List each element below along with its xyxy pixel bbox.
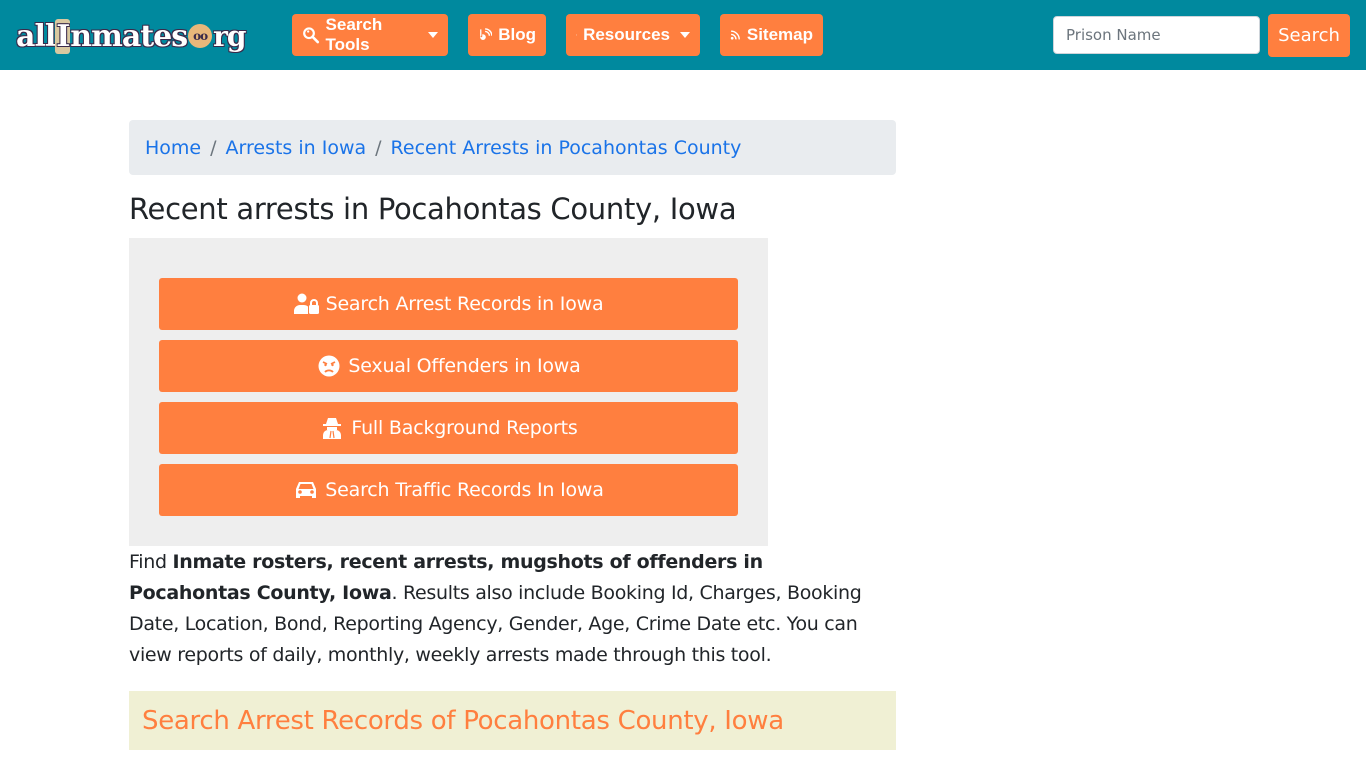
- leaf-icon: [576, 34, 577, 36]
- breadcrumb-separator: /: [375, 136, 382, 159]
- intro-paragraph: Find Inmate rosters, recent arrests, mug…: [129, 547, 889, 671]
- search-icon: [303, 27, 320, 44]
- search-button[interactable]: Search: [1268, 14, 1350, 57]
- caret-down-icon: [428, 32, 438, 38]
- rss-icon: [730, 30, 740, 40]
- section-heading-bar: Search Arrest Records of Pocahontas Coun…: [129, 691, 896, 750]
- blogger-icon: [480, 28, 493, 40]
- angry-face-icon: [318, 355, 340, 377]
- cta-label: Full Background Reports: [351, 417, 578, 439]
- nav-search-tools-dropdown[interactable]: Search Tools: [292, 14, 448, 56]
- top-navbar: all Inmates oo rg Search Tools Blog Resourc…: [0, 0, 1366, 70]
- intro-lead: Find: [129, 551, 173, 573]
- nav-label: Sitemap: [746, 25, 813, 44]
- site-logo[interactable]: all Inmates oo rg: [16, 17, 268, 55]
- cta-label: Sexual Offenders in Iowa: [348, 355, 581, 377]
- caret-down-icon: [680, 32, 690, 38]
- car-icon: [296, 482, 317, 498]
- cta-label: Search Traffic Records In Iowa: [325, 479, 604, 501]
- breadcrumb-current-page[interactable]: Recent Arrests in Pocahontas County: [391, 137, 742, 159]
- nav-blog[interactable]: Blog: [468, 14, 546, 56]
- breadcrumb-home[interactable]: Home: [145, 137, 201, 159]
- nav-label: Search Tools: [325, 15, 383, 54]
- full-background-reports-button[interactable]: Full Background Reports: [159, 402, 738, 454]
- handcuffs-icon: oo: [188, 24, 213, 48]
- cta-label: Search Arrest Records in Iowa: [325, 293, 604, 315]
- search-arrest-records-button[interactable]: Search Arrest Records in Iowa: [159, 278, 738, 330]
- nav-sitemap[interactable]: Sitemap: [720, 14, 823, 56]
- breadcrumb-separator: /: [210, 136, 217, 159]
- page-title: Recent arrests in Pocahontas County, Iow…: [129, 192, 737, 226]
- prison-name-search-input[interactable]: [1053, 16, 1260, 54]
- nav-label: Blog: [498, 25, 536, 44]
- logo-text-i: I: [55, 18, 70, 54]
- user-secret-icon: [323, 418, 342, 439]
- section-heading: Search Arrest Records of Pocahontas Coun…: [142, 705, 784, 736]
- search-traffic-records-button[interactable]: Search Traffic Records In Iowa: [159, 464, 738, 516]
- nav-resources-dropdown[interactable]: Resources: [566, 14, 700, 56]
- logo-text-nmates: nmates: [70, 18, 188, 54]
- sexual-offenders-button[interactable]: Sexual Offenders in Iowa: [159, 340, 738, 392]
- breadcrumb-arrests-in-iowa[interactable]: Arrests in Iowa: [226, 137, 367, 159]
- nav-label: Resources: [583, 25, 670, 44]
- user-lock-icon: [293, 293, 319, 314]
- logo-text-rg: rg: [213, 19, 246, 53]
- breadcrumb: Home / Arrests in Iowa / Recent Arrests …: [129, 120, 896, 175]
- cta-button-panel: Search Arrest Records in Iowa Sexual Off…: [129, 238, 768, 546]
- logo-text-all: all: [16, 18, 56, 54]
